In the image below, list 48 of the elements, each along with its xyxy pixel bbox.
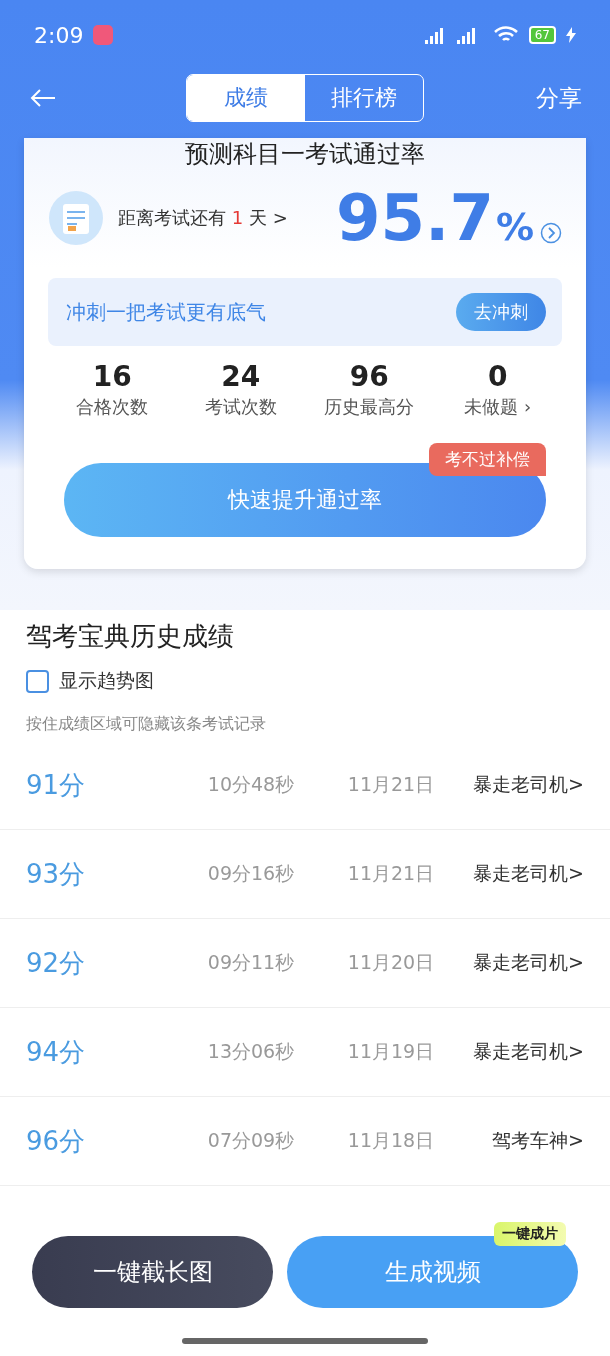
date-cell-text: 11月19日 bbox=[347, 1039, 435, 1064]
app-notification-icon bbox=[93, 25, 114, 45]
card-title: 预测科目一考试通过率 bbox=[184, 139, 426, 170]
charging-icon bbox=[566, 27, 576, 43]
exam-paper-icon bbox=[48, 190, 104, 246]
trend-label: 显示趋势图 bbox=[59, 668, 154, 693]
score-cell-text: 94分 bbox=[26, 1035, 87, 1069]
pass-rate-value: 95.7 bbox=[336, 181, 494, 255]
hint-text: 按住成绩区域可隐藏该条考试记录 bbox=[26, 714, 267, 735]
duration-cell-text: 07分09秒 bbox=[207, 1128, 295, 1153]
one-tap-badge: 一键成片 bbox=[494, 1222, 566, 1246]
rank-title-link[interactable]: 暴走老司机> bbox=[473, 861, 584, 887]
stat-label: 考试次数 bbox=[204, 395, 277, 419]
date-cell-text: 11月20日 bbox=[347, 950, 435, 975]
stat-value: 24 bbox=[221, 360, 261, 393]
back-icon[interactable] bbox=[30, 88, 56, 108]
long-screenshot-button[interactable]: 一键截长图 bbox=[32, 1236, 274, 1308]
duration-cell-text: 09分11秒 bbox=[207, 950, 295, 975]
sprint-text: 冲刺一把考试更有底气 bbox=[66, 298, 266, 326]
battery-icon: 67 bbox=[528, 26, 556, 44]
score-cell-text: 96分 bbox=[26, 1124, 87, 1158]
duration-cell-text: 10分48秒 bbox=[207, 772, 295, 797]
status-time: 2:09 bbox=[34, 22, 84, 48]
stat-value: 16 bbox=[92, 360, 132, 393]
score-cell-text: 92分 bbox=[26, 946, 87, 980]
score-cell-text: 91分 bbox=[26, 768, 87, 802]
date-cell-text: 11月21日 bbox=[347, 772, 435, 797]
stat-label: 合格次数 bbox=[76, 395, 149, 419]
trend-checkbox[interactable] bbox=[26, 669, 49, 693]
stat-value: 0 bbox=[488, 360, 508, 393]
history-title: 驾考宝典历史成绩 bbox=[26, 620, 235, 653]
score-cell-text: 93分 bbox=[26, 857, 87, 891]
percent-sign: % bbox=[495, 205, 534, 249]
stat-value: 96 bbox=[349, 360, 389, 393]
rank-title-link[interactable]: 驾考车神> bbox=[492, 1128, 584, 1154]
duration-cell-text: 13分06秒 bbox=[207, 1039, 295, 1064]
tab[interactable]: 成绩 bbox=[187, 75, 305, 121]
date-cell-text: 11月18日 bbox=[347, 1128, 435, 1153]
stat-link[interactable]: 未做题 › bbox=[464, 395, 532, 419]
stat-label: 历史最高分 bbox=[324, 395, 415, 419]
countdown-link[interactable]: 距离考试还有 1 天 > bbox=[118, 206, 288, 230]
rank-title-link[interactable]: 暴走老司机> bbox=[473, 950, 584, 976]
duration-cell-text: 09分16秒 bbox=[207, 861, 295, 886]
rank-title-link[interactable]: 暴走老司机> bbox=[473, 772, 584, 798]
rank-title-link[interactable]: 暴走老司机> bbox=[473, 1039, 584, 1065]
compensation-badge: 考不过补偿 bbox=[429, 443, 546, 476]
chevron-circle-icon[interactable] bbox=[540, 222, 562, 244]
date-cell-text: 11月21日 bbox=[347, 861, 435, 886]
